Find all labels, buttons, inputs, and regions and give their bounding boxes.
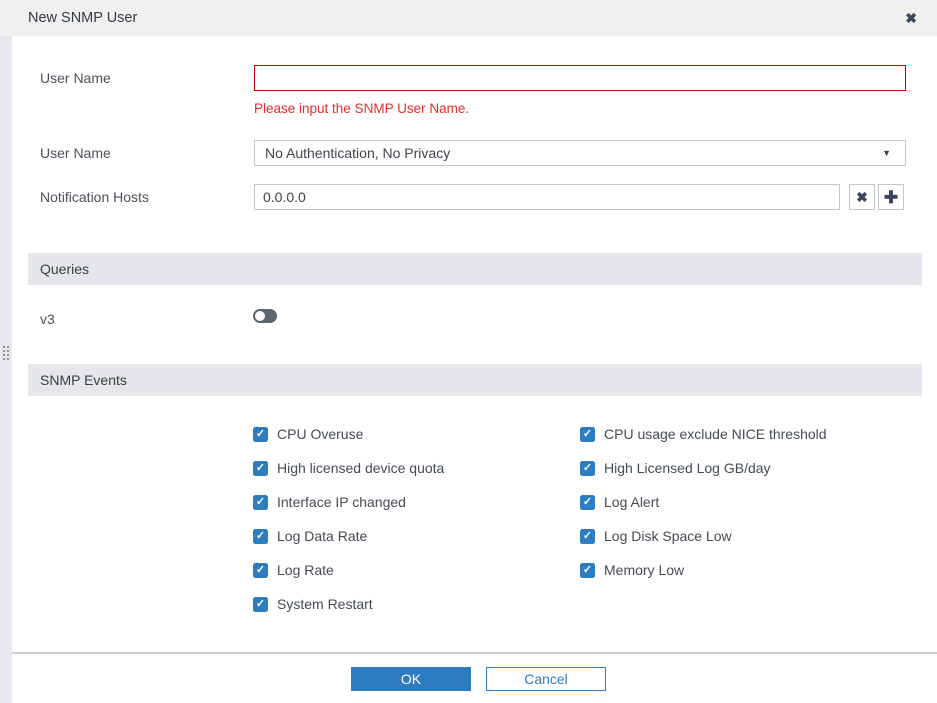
- notification-host-input[interactable]: [254, 184, 840, 210]
- checkbox-label: Memory Low: [604, 562, 685, 578]
- notification-hosts-label: Notification Hosts: [40, 189, 149, 205]
- checkbox-icon: ✓: [253, 494, 268, 510]
- plus-icon: ✚: [883, 187, 899, 207]
- security-level-value: No Authentication, No Privacy: [265, 145, 451, 161]
- checkbox-memory-low[interactable]: ✓ Memory Low: [580, 562, 827, 578]
- dialog-body: User Name Please input the SNMP User Nam…: [12, 36, 937, 703]
- checkbox-label: Log Data Rate: [277, 528, 368, 544]
- checkbox-label: Log Alert: [604, 494, 660, 510]
- checkbox-icon: ✓: [580, 528, 595, 544]
- username-input[interactable]: [254, 65, 906, 91]
- close-icon: ✖: [856, 189, 868, 205]
- checkbox-log-alert[interactable]: ✓ Log Alert: [580, 494, 827, 510]
- checkbox-log-data-rate[interactable]: ✓ Log Data Rate: [253, 528, 444, 544]
- security-level-select[interactable]: No Authentication, No Privacy ▼: [254, 140, 906, 166]
- checkbox-icon: ✓: [253, 596, 268, 612]
- check-icon: ✓: [255, 495, 266, 508]
- checkbox-label: High licensed device quota: [277, 460, 445, 476]
- check-icon: ✓: [582, 563, 593, 576]
- check-icon: ✓: [582, 495, 593, 508]
- footer-divider: [12, 652, 937, 654]
- checkbox-cpu-overuse[interactable]: ✓ CPU Overuse: [253, 426, 444, 442]
- drag-handle-icon[interactable]: [2, 345, 10, 360]
- check-icon: ✓: [255, 427, 266, 440]
- check-icon: ✓: [255, 597, 266, 610]
- check-icon: ✓: [255, 461, 266, 474]
- snmp-events-right-column: ✓ CPU usage exclude NICE threshold ✓ Hig…: [580, 426, 827, 578]
- checkbox-label: Log Rate: [277, 562, 334, 578]
- cancel-button[interactable]: Cancel: [486, 667, 606, 691]
- checkbox-icon: ✓: [580, 426, 595, 442]
- remove-host-button[interactable]: ✖: [849, 184, 875, 210]
- username-error: Please input the SNMP User Name.: [254, 101, 470, 116]
- checkbox-icon: ✓: [580, 562, 595, 578]
- checkbox-icon: ✓: [253, 426, 268, 442]
- checkbox-icon: ✓: [253, 528, 268, 544]
- snmp-events-section-header: SNMP Events: [28, 364, 922, 396]
- queries-section-header: Queries: [28, 253, 922, 285]
- checkbox-label: CPU usage exclude NICE threshold: [604, 426, 827, 442]
- checkbox-icon: ✓: [580, 494, 595, 510]
- check-icon: ✓: [582, 427, 593, 440]
- checkbox-label: High Licensed Log GB/day: [604, 460, 771, 476]
- username-label: User Name: [40, 70, 111, 86]
- checkbox-icon: ✓: [580, 460, 595, 476]
- check-icon: ✓: [582, 529, 593, 542]
- caret-down-icon: ▼: [882, 148, 891, 158]
- checkbox-cpu-usage-exclude-nice-threshold[interactable]: ✓ CPU usage exclude NICE threshold: [580, 426, 827, 442]
- v3-label: v3: [40, 311, 55, 327]
- toggle-knob: [255, 311, 265, 321]
- checkbox-label: Interface IP changed: [277, 494, 406, 510]
- check-icon: ✓: [255, 529, 266, 542]
- checkbox-system-restart[interactable]: ✓ System Restart: [253, 596, 444, 612]
- security-level-label: User Name: [40, 145, 111, 161]
- check-icon: ✓: [255, 563, 266, 576]
- checkbox-label: CPU Overuse: [277, 426, 364, 442]
- checkbox-log-rate[interactable]: ✓ Log Rate: [253, 562, 444, 578]
- check-icon: ✓: [582, 461, 593, 474]
- checkbox-high-licensed-log-gb-day[interactable]: ✓ High Licensed Log GB/day: [580, 460, 827, 476]
- checkbox-interface-ip-changed[interactable]: ✓ Interface IP changed: [253, 494, 444, 510]
- checkbox-log-disk-space-low[interactable]: ✓ Log Disk Space Low: [580, 528, 827, 544]
- dialog-titlebar: New SNMP User ✖: [0, 0, 937, 36]
- add-host-button[interactable]: ✚: [878, 184, 904, 210]
- dialog-title: New SNMP User: [28, 10, 138, 26]
- checkbox-icon: ✓: [253, 562, 268, 578]
- checkbox-high-licensed-device-quota[interactable]: ✓ High licensed device quota: [253, 460, 444, 476]
- close-icon[interactable]: ✖: [905, 0, 917, 36]
- checkbox-label: Log Disk Space Low: [604, 528, 732, 544]
- checkbox-label: System Restart: [277, 596, 373, 612]
- ok-button[interactable]: OK: [351, 667, 471, 691]
- snmp-events-left-column: ✓ CPU Overuse ✓ High licensed device quo…: [253, 426, 444, 612]
- v3-toggle[interactable]: [253, 309, 277, 323]
- left-rail: [0, 36, 12, 703]
- checkbox-icon: ✓: [253, 460, 268, 476]
